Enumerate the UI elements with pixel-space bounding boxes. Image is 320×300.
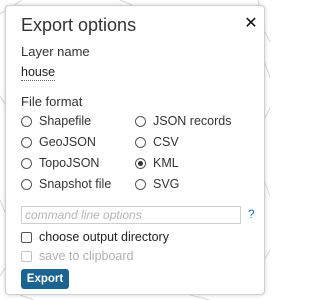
- radio-button[interactable]: [21, 157, 32, 169]
- format-option-shapefile[interactable]: Shapefile: [21, 113, 91, 129]
- layer-name-field[interactable]: house: [21, 64, 56, 81]
- format-option-label: GeoJSON: [39, 135, 96, 149]
- format-option-label: TopoJSON: [39, 156, 100, 170]
- format-option-topojson[interactable]: TopoJSON: [21, 155, 99, 171]
- map-line: [189, 294, 211, 300]
- radio-button[interactable]: [135, 115, 146, 127]
- format-option-csv[interactable]: CSV: [135, 134, 179, 150]
- layer-name-label: Layer name: [21, 44, 90, 59]
- help-link[interactable]: ?: [248, 207, 255, 221]
- radio-button[interactable]: [21, 115, 32, 127]
- save-to-clipboard-option: save to clipboard: [21, 248, 134, 264]
- checkbox-disabled: [21, 250, 32, 262]
- file-format-label: File format: [21, 94, 83, 109]
- map-line: [19, 294, 35, 300]
- command-line-options-input[interactable]: [21, 206, 241, 224]
- format-option-label: KML: [153, 156, 179, 170]
- format-option-label: JSON records: [153, 114, 232, 128]
- checkbox-label: save to clipboard: [39, 249, 134, 263]
- choose-output-directory-option[interactable]: choose output directory: [21, 229, 169, 245]
- format-option-label: Snapshot file: [39, 177, 112, 191]
- format-option-snapshot-file[interactable]: Snapshot file: [21, 176, 111, 192]
- radio-button[interactable]: [135, 136, 146, 148]
- checkbox-label: choose output directory: [39, 230, 169, 244]
- radio-button-selected[interactable]: [135, 157, 146, 169]
- radio-button[interactable]: [21, 178, 32, 190]
- format-option-geojson[interactable]: GeoJSON: [21, 134, 96, 150]
- format-option-svg[interactable]: SVG: [135, 176, 179, 192]
- format-option-label: Shapefile: [39, 114, 92, 128]
- format-option-label: SVG: [153, 177, 180, 191]
- dialog-title: Export options: [21, 15, 137, 35]
- export-options-dialog: Export options ✕ Layer name house File f…: [5, 5, 265, 295]
- checkbox[interactable]: [21, 231, 32, 243]
- export-button[interactable]: Export: [21, 269, 69, 289]
- radio-button[interactable]: [21, 136, 32, 148]
- format-option-kml[interactable]: KML: [135, 155, 179, 171]
- format-option-label: CSV: [153, 135, 179, 149]
- radio-button[interactable]: [135, 178, 146, 190]
- format-option-json-records[interactable]: JSON records: [135, 113, 232, 129]
- close-icon[interactable]: ✕: [243, 15, 259, 33]
